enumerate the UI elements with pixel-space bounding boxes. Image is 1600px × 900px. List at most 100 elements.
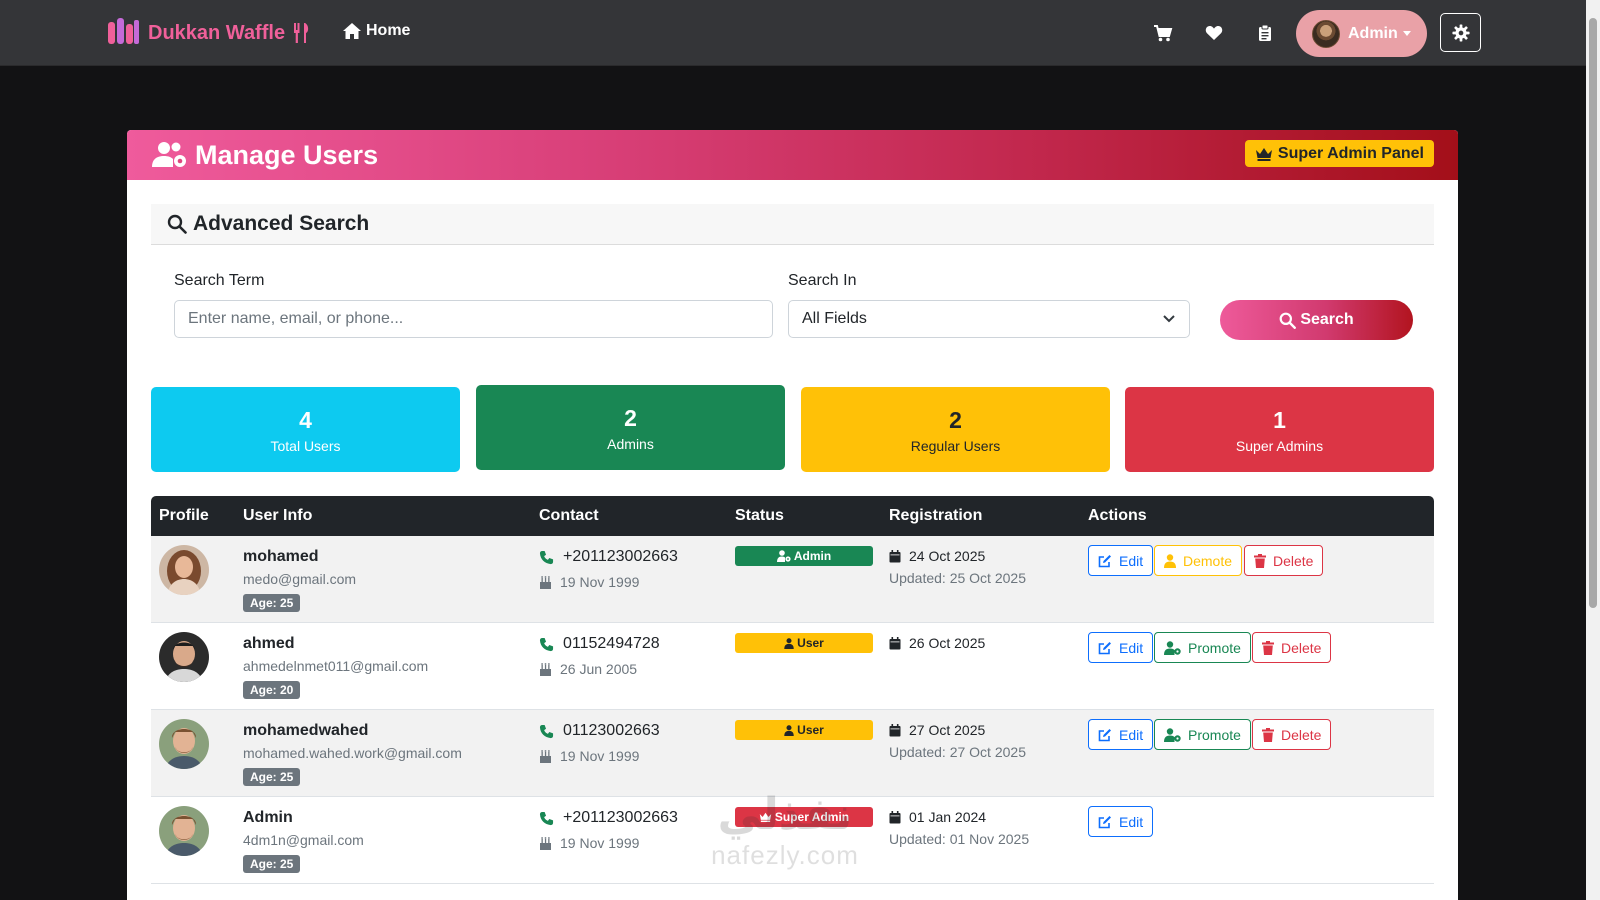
edit-button-label: Edit [1119,813,1144,830]
registered-date: 26 Oct 2025 [909,635,986,651]
edit-icon [1098,815,1111,828]
stat-value: 2 [624,405,637,431]
trash-icon [1262,727,1274,742]
super-admin-badge: Super Admin Panel [1244,140,1434,167]
phone-number: 01123002663 [563,722,660,739]
search-icon [1279,312,1297,329]
registration-date: 24 Oct 2025 [889,548,985,564]
stat-admins: 2 Admins [476,385,785,470]
manage-users-card: Manage Users Super Admin Panel Advanced … [127,130,1458,900]
wishlist-button[interactable] [1203,22,1225,44]
users-cog-icon [152,142,186,167]
status-badge: Super Admin [735,807,873,827]
brand-logo-icon [108,18,139,44]
user-email: ahmedelnmet011@gmail.com [243,658,429,674]
demote-button[interactable]: Demote [1154,545,1243,576]
page-scrollbar[interactable] [1586,0,1600,900]
edit-icon [1098,728,1111,741]
phone-icon [539,637,554,651]
status-label: Super Admin [774,810,850,824]
user-cog-icon [776,550,791,562]
user-phone: 01123002663 [539,722,660,740]
user-icon [784,637,794,649]
advanced-search-panel: Advanced Search Search Term Enter name, … [151,204,1434,340]
table-header: Profile User Info Contact Status Registr… [151,496,1434,536]
birthday-cake-icon [540,836,551,850]
user-cog-icon [1164,727,1181,742]
search-in-select[interactable]: All Fields [788,300,1190,338]
search-term-input[interactable]: Enter name, email, or phone... [174,300,773,338]
edit-button[interactable]: Edit [1088,719,1154,750]
delete-button[interactable]: Delete [1252,632,1332,663]
user-birthday: 19 Nov 1999 [539,835,639,851]
cart-button[interactable] [1152,22,1174,44]
promote-button-label: Promote [1188,639,1241,656]
birthday-date: 26 Jun 2005 [560,661,638,677]
user-birthday: 19 Nov 1999 [539,574,639,590]
clipboard-icon [1259,24,1271,41]
user-name: ahmed [243,635,295,652]
brand-name: Dukkan Waffle [148,21,286,44]
search-button-label: Search [1300,311,1354,328]
user-phone: +201123002663 [539,809,678,827]
promote-button[interactable]: Promote [1154,632,1251,663]
registered-date: 01 Jan 2024 [909,809,987,825]
search-term-label: Search Term [174,272,265,289]
advanced-search-title: Advanced Search [193,212,370,235]
user-name: mohamedwahed [243,722,369,739]
brand-link[interactable]: Dukkan Waffle [104,14,311,52]
user-cog-icon [1164,640,1181,655]
updated-date: Updated: 01 Nov 2025 [889,831,1030,847]
user-email: mohamed.wahed.work@gmail.com [243,745,462,761]
col-registration: Registration [889,507,983,524]
super-admin-badge-label: Super Admin Panel [1277,144,1424,162]
calendar-icon [889,723,901,736]
search-icon [167,214,187,234]
registration-date: 26 Oct 2025 [889,635,985,651]
status-badge: User [735,720,873,740]
age-badge: Age: 25 [243,855,301,873]
stat-total-users: 4 Total Users [151,387,460,472]
phone-number: 01152494728 [563,635,660,652]
edit-button[interactable]: Edit [1088,806,1154,837]
birthday-cake-icon [540,749,551,763]
user-email: 4dm1n@gmail.com [243,832,364,848]
delete-button-label: Delete [1281,639,1322,656]
delete-button-label: Delete [1281,726,1322,743]
scrollbar-thumb[interactable] [1589,18,1597,608]
edit-button[interactable]: Edit [1088,632,1154,663]
user-menu-dropdown[interactable]: Admin [1296,10,1427,57]
phone-number: +201123002663 [563,809,678,826]
edit-button[interactable]: Edit [1088,545,1154,576]
registration-date: 01 Jan 2024 [889,809,986,825]
utensils-icon [294,23,309,43]
registered-date: 27 Oct 2025 [909,722,986,738]
col-user-info: User Info [243,507,313,524]
orders-button[interactable] [1254,22,1276,44]
nav-home-link[interactable]: Home [342,22,410,40]
age-badge: Age: 25 [243,594,301,612]
promote-button[interactable]: Promote [1154,719,1251,750]
edit-icon [1098,554,1111,567]
user-phone: +201123002663 [539,548,678,566]
stat-super-admins: 1 Super Admins [1125,387,1434,472]
home-icon [343,23,361,39]
trash-icon [1254,553,1266,568]
status-label: User [797,636,824,650]
search-button[interactable]: Search [1220,300,1413,340]
demote-button-label: Demote [1183,552,1233,569]
stat-label: Regular Users [910,438,1001,454]
col-status: Status [735,507,784,524]
col-contact: Contact [539,507,599,524]
user-menu-label: Admin [1348,24,1398,42]
user-birthday: 26 Jun 2005 [539,661,637,677]
delete-button[interactable]: Delete [1244,545,1324,576]
stat-value: 4 [299,407,312,433]
delete-button[interactable]: Delete [1252,719,1332,750]
settings-button[interactable] [1440,13,1481,52]
cart-icon [1154,25,1173,42]
trash-icon [1262,640,1274,655]
heart-icon [1205,26,1223,40]
updated-date: Updated: 27 Oct 2025 [889,744,1026,760]
stat-regular-users: 2 Regular Users [801,387,1110,472]
